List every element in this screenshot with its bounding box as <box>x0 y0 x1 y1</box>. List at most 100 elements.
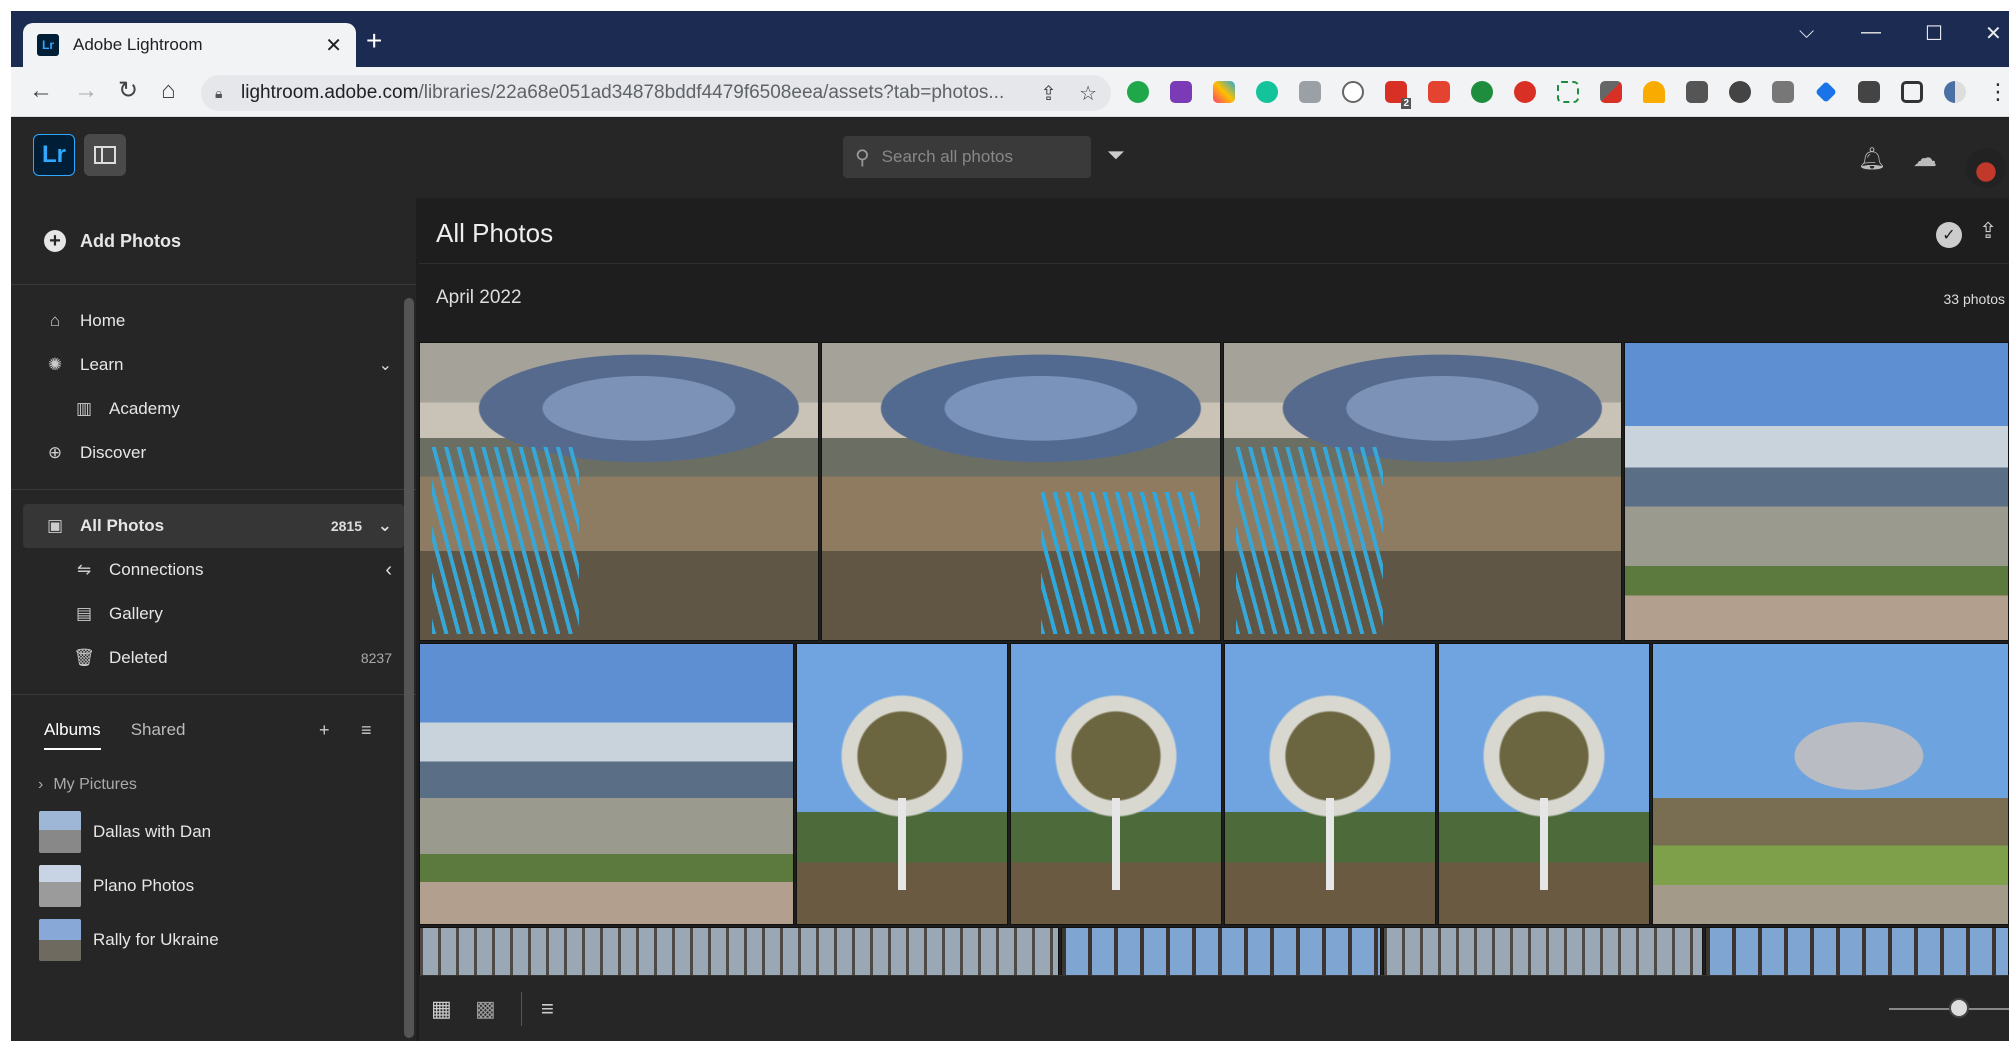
stop-extension-icon[interactable] <box>1510 77 1540 107</box>
date-group-header: April 2022 <box>436 287 522 308</box>
select-check-icon[interactable]: ✓ <box>1936 222 1962 248</box>
home-icon[interactable]: ⌂ <box>161 77 176 105</box>
share-icon[interactable]: ⇪ <box>1040 81 1057 106</box>
tab-shared[interactable]: Shared <box>131 720 186 740</box>
search-placeholder: Search all photos <box>881 147 1014 166</box>
chevron-down-icon[interactable]: ⌄ <box>378 516 392 536</box>
photos-icon: ▣ <box>46 516 64 535</box>
photo-thumbnail[interactable] <box>1010 643 1222 925</box>
grammarly-icon[interactable] <box>1252 77 1282 107</box>
dropper-icon[interactable] <box>1596 77 1626 107</box>
deleted-count: 8237 <box>360 650 392 666</box>
puzzle-extensions-icon[interactable] <box>1854 77 1884 107</box>
tab-search-icon[interactable]: ⌵ <box>1799 21 1814 44</box>
hat-icon[interactable] <box>1639 77 1669 107</box>
sidebar-item-gallery[interactable]: ▤ Gallery <box>11 592 416 636</box>
page-title: All Photos <box>436 218 554 248</box>
screen-capture-icon[interactable] <box>1553 77 1583 107</box>
sidebar-item-home[interactable]: ⌂ Home <box>11 299 416 343</box>
photos-extension-icon[interactable] <box>1209 77 1239 107</box>
screenshot-icon[interactable] <box>1295 77 1325 107</box>
add-album-icon[interactable]: + <box>319 720 330 741</box>
photo-thumbnail[interactable] <box>1223 342 1622 641</box>
todoist-icon[interactable] <box>1424 77 1454 107</box>
sidebar-scrollbar[interactable] <box>404 298 414 1038</box>
album-item[interactable]: Plano Photos <box>11 859 416 913</box>
skype-icon[interactable] <box>1725 77 1755 107</box>
chevron-right-icon: › <box>38 776 44 793</box>
share-export-icon[interactable]: ⇪ <box>1979 218 1997 244</box>
cloud-sync-icon[interactable]: ☁ <box>1913 144 1937 173</box>
sidebar-item-discover[interactable]: ⊕ Discover <box>11 431 416 475</box>
reload-icon[interactable]: ↻ <box>118 77 138 105</box>
onenote-icon[interactable] <box>1166 77 1196 107</box>
sidebar-item-deleted[interactable]: 🗑︎ Deleted 8237 <box>11 636 416 680</box>
avatar[interactable] <box>1966 148 2006 188</box>
sort-icon[interactable]: ≡ <box>361 720 372 741</box>
square-grid-view-icon[interactable]: ▦ <box>431 996 452 1022</box>
nav-section: ⌂ Home ✺ Learn ⌄ ▥ Academy ⊕ Discover <box>11 285 416 490</box>
learn-label: Learn <box>80 355 124 374</box>
url-host: lightroom.adobe.com <box>241 82 419 103</box>
pinterest-icon[interactable] <box>1338 77 1368 107</box>
album-item[interactable]: Rally for Ukraine <box>11 913 416 967</box>
back-icon[interactable]: ← <box>29 77 53 105</box>
address-bar[interactable]: 🔒︎ lightroom.adobe.com/libraries/22a68e0… <box>201 75 1111 111</box>
menu-kebab-icon[interactable]: ⋮ <box>1983 77 2009 107</box>
close-window-icon[interactable]: ✕ <box>1985 21 2002 46</box>
browser-toolbar: ← → ↻ ⌂ 🔒︎ lightroom.adobe.com/libraries… <box>11 67 2009 117</box>
library-section: ▣ All Photos 2815 ⌄ ⇋ Connections ‹ ▤ Gallery … <box>11 490 416 695</box>
feather-icon[interactable] <box>1768 77 1798 107</box>
folder-my-pictures[interactable]: › My Pictures <box>11 765 416 805</box>
browser-tab[interactable]: Lr Adobe Lightroom ✕ <box>23 23 356 67</box>
close-tab-icon[interactable]: ✕ <box>325 33 342 58</box>
sidebar-item-academy[interactable]: ▥ Academy <box>11 387 416 431</box>
photo-thumbnail[interactable] <box>419 643 794 925</box>
forward-icon[interactable]: → <box>74 77 98 105</box>
profile-icon[interactable] <box>1940 77 1970 107</box>
connections-label: Connections <box>109 560 204 579</box>
album-thumbnail <box>39 811 81 853</box>
chevron-down-icon[interactable]: ⌄ <box>379 355 392 375</box>
evernote-icon[interactable] <box>1123 77 1153 107</box>
slider-handle[interactable] <box>1949 998 1969 1018</box>
discover-label: Discover <box>80 443 147 462</box>
panel-toggle-icon[interactable] <box>84 134 126 176</box>
side-panel-icon[interactable] <box>1897 77 1927 107</box>
lightroom-logo[interactable]: Lr <box>33 134 75 176</box>
dropbox-icon[interactable] <box>1682 77 1712 107</box>
books-icon: ▥ <box>75 399 93 418</box>
album-label: Rally for Ukraine <box>93 930 219 949</box>
gem-icon[interactable] <box>1811 77 1841 107</box>
sort-icon[interactable]: ≡ <box>541 996 554 1022</box>
tab-albums[interactable]: Albums <box>44 720 101 750</box>
bookmark-star-icon[interactable]: ☆ <box>1079 81 1097 106</box>
lightroom-favicon: Lr <box>37 34 59 56</box>
calendar-extension-icon[interactable]: 2 <box>1381 77 1411 109</box>
tab-strip: Lr Adobe Lightroom ✕ + ⌵ — ☐ ✕ <box>11 11 2009 67</box>
photo-thumbnail[interactable] <box>821 342 1221 641</box>
sidebar-item-connections[interactable]: ⇋ Connections ‹ <box>11 548 416 592</box>
search-input[interactable]: ⚲ Search all photos <box>843 136 1091 178</box>
lock-extension-icon[interactable] <box>1467 77 1497 107</box>
sidebar-item-learn[interactable]: ✺ Learn ⌄ <box>11 343 416 387</box>
photo-count: 33 photos <box>1943 291 2006 307</box>
album-item[interactable]: Dallas with Dan <box>11 805 416 859</box>
maximize-icon[interactable]: ☐ <box>1925 21 1943 46</box>
photo-thumbnail[interactable] <box>1624 342 2009 641</box>
photo-thumbnail[interactable] <box>419 342 819 641</box>
photo-thumbnail[interactable] <box>1438 643 1650 925</box>
photo-thumbnail[interactable] <box>1652 643 2009 925</box>
academy-label: Academy <box>109 399 180 418</box>
deleted-label: Deleted <box>109 648 168 667</box>
add-photos-button[interactable]: + Add Photos <box>11 198 416 285</box>
new-tab-button[interactable]: + <box>366 27 382 55</box>
notifications-bell-icon[interactable]: 🔔︎ <box>1858 146 1886 172</box>
filter-icon[interactable]: ⏷ <box>1107 142 1125 168</box>
sidebar-item-all-photos[interactable]: ▣ All Photos 2815 ⌄ <box>23 504 404 548</box>
chevron-left-icon[interactable]: ‹ <box>385 559 392 582</box>
photo-thumbnail[interactable] <box>1224 643 1436 925</box>
grid-view-icon[interactable]: ▩ <box>475 996 496 1022</box>
photo-thumbnail[interactable] <box>796 643 1008 925</box>
minimize-icon[interactable]: — <box>1861 21 1881 44</box>
